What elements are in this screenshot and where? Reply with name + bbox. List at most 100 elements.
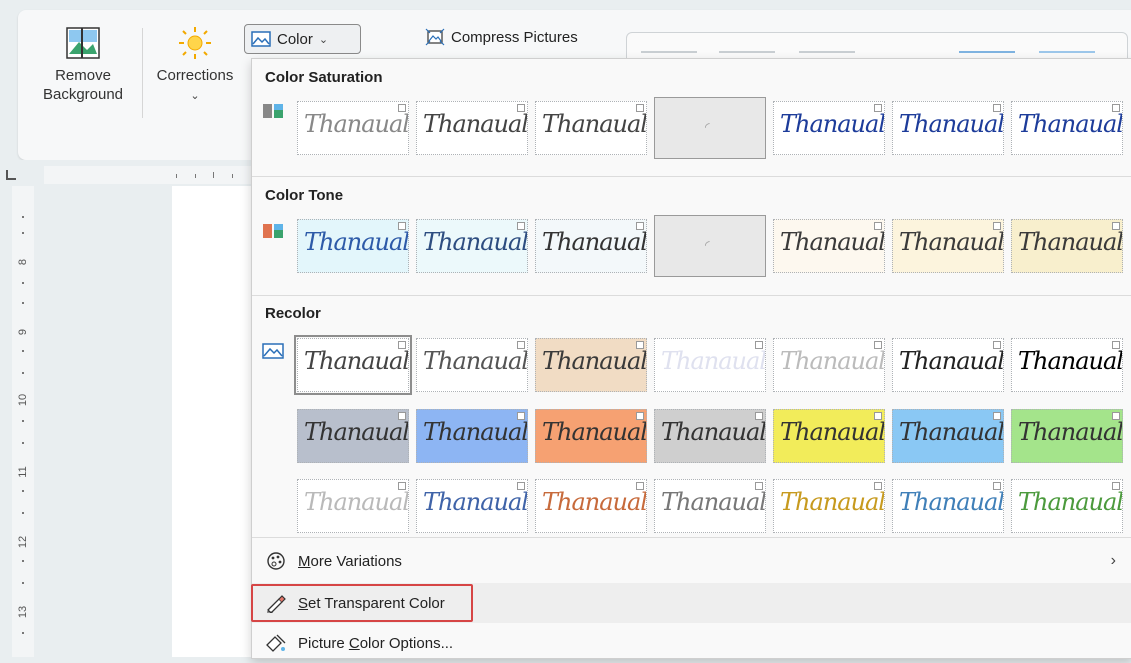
close-handle-icon bbox=[755, 482, 763, 490]
document-page[interactable] bbox=[172, 186, 262, 657]
remove-background-button[interactable]: Remove Background bbox=[38, 26, 128, 104]
color-preset-thumbnail[interactable]: Thanaual bbox=[294, 335, 412, 395]
set-transparent-color-label: Set Transparent Color bbox=[298, 595, 445, 612]
chevron-right-icon: › bbox=[1110, 552, 1116, 569]
compress-pictures-button[interactable]: Compress Pictures bbox=[425, 28, 578, 46]
signature-preview: Thanaual bbox=[780, 228, 885, 256]
signature-preview: Thanaual bbox=[661, 488, 766, 516]
close-handle-icon bbox=[1112, 482, 1120, 490]
signature-preview: Thanaual bbox=[1018, 488, 1123, 516]
picture-color-options-item[interactable]: Picture Color Options... bbox=[252, 623, 1131, 663]
color-preset-thumbnail[interactable]: Thanaual bbox=[1011, 338, 1123, 392]
color-preset-thumbnail[interactable]: Thanaual bbox=[535, 409, 647, 463]
color-preset-thumbnail[interactable]: Thanaual bbox=[416, 409, 528, 463]
ruler-tick bbox=[22, 232, 24, 234]
label-text: Picture bbox=[298, 634, 349, 652]
ruler-number: 11 bbox=[17, 466, 29, 478]
close-handle-icon bbox=[517, 222, 525, 230]
close-handle-icon bbox=[1112, 222, 1120, 230]
color-preset-thumbnail[interactable]: Thanaual bbox=[1011, 479, 1123, 533]
ruler-tick bbox=[213, 172, 214, 178]
loading-thumbnail[interactable]: ◜ bbox=[654, 97, 766, 159]
label-text: ore Variations bbox=[310, 552, 402, 570]
signature-preview: Thanaual bbox=[542, 347, 647, 375]
color-preset-thumbnail[interactable]: Thanaual bbox=[416, 338, 528, 392]
color-preset-thumbnail[interactable]: Thanaual bbox=[535, 219, 647, 273]
sun-icon bbox=[179, 27, 211, 59]
close-handle-icon bbox=[1112, 341, 1120, 349]
accelerator-key: S bbox=[298, 594, 309, 612]
tab-stop-icon[interactable] bbox=[6, 170, 16, 180]
color-preset-thumbnail[interactable]: Thanaual bbox=[297, 219, 409, 273]
chevron-down-icon: ⌄ bbox=[318, 33, 329, 46]
color-preset-thumbnail[interactable]: Thanaual bbox=[416, 219, 528, 273]
color-preset-thumbnail[interactable]: Thanaual bbox=[773, 409, 885, 463]
color-preset-thumbnail[interactable]: Thanaual bbox=[654, 479, 766, 533]
ruler-tick bbox=[22, 420, 24, 422]
accelerator-key: M bbox=[298, 552, 311, 570]
color-preset-thumbnail[interactable]: Thanaual bbox=[297, 101, 409, 155]
color-preset-thumbnail[interactable]: Thanaual bbox=[297, 479, 409, 533]
color-preset-thumbnail[interactable]: Thanaual bbox=[1011, 409, 1123, 463]
vertical-ruler: 8 9 10 11 12 13 bbox=[0, 186, 44, 657]
ruler-tick bbox=[22, 372, 24, 374]
loading-thumbnail[interactable]: ◜ bbox=[654, 215, 766, 277]
color-preset-thumbnail[interactable]: Thanaual bbox=[416, 479, 528, 533]
ruler-tick bbox=[176, 174, 177, 178]
color-preset-thumbnail[interactable]: Thanaual bbox=[892, 479, 1004, 533]
color-preset-thumbnail[interactable]: Thanaual bbox=[535, 479, 647, 533]
ruler-tick bbox=[22, 512, 24, 514]
color-preset-thumbnail[interactable]: Thanaual bbox=[892, 101, 1004, 155]
pen-eraser-icon bbox=[262, 593, 290, 613]
color-preset-thumbnail[interactable]: Thanaual bbox=[654, 338, 766, 392]
color-preset-thumbnail[interactable]: Thanaual bbox=[773, 219, 885, 273]
section-divider bbox=[252, 176, 1131, 177]
more-variations-label: More Variations bbox=[298, 553, 402, 570]
more-variations-item[interactable]: More Variations › bbox=[252, 541, 1131, 581]
color-button[interactable]: Color ⌄ bbox=[244, 24, 361, 54]
color-preset-thumbnail[interactable]: Thanaual bbox=[535, 101, 647, 155]
corrections-button[interactable]: Corrections ⌄ bbox=[150, 26, 240, 106]
ruler-tick bbox=[22, 490, 24, 492]
signature-preview: Thanaual bbox=[304, 418, 409, 446]
ruler-tick bbox=[232, 174, 233, 178]
signature-preview: Thanaual bbox=[661, 418, 766, 446]
color-preset-thumbnail[interactable]: Thanaual bbox=[892, 338, 1004, 392]
signature-preview: Thanaual bbox=[661, 347, 766, 375]
signature-preview: Thanaual bbox=[780, 110, 885, 138]
color-preset-thumbnail[interactable]: Thanaual bbox=[773, 101, 885, 155]
ruler-tick bbox=[22, 442, 24, 444]
color-preset-thumbnail[interactable]: Thanaual bbox=[892, 219, 1004, 273]
close-handle-icon bbox=[636, 104, 644, 112]
color-preset-thumbnail[interactable]: Thanaual bbox=[416, 101, 528, 155]
recolor-icon bbox=[262, 343, 284, 359]
set-transparent-color-item[interactable]: Set Transparent Color bbox=[252, 583, 1131, 623]
color-preset-thumbnail[interactable]: Thanaual bbox=[654, 409, 766, 463]
color-preset-thumbnail[interactable]: Thanaual bbox=[535, 338, 647, 392]
color-preset-thumbnail[interactable]: Thanaual bbox=[892, 409, 1004, 463]
signature-preview: Thanaual bbox=[780, 418, 885, 446]
signature-preview: Thanaual bbox=[780, 347, 885, 375]
close-handle-icon bbox=[636, 482, 644, 490]
signature-preview: Thanaual bbox=[899, 228, 1004, 256]
ribbon-divider bbox=[142, 28, 143, 118]
close-handle-icon bbox=[993, 412, 1001, 420]
color-preset-thumbnail[interactable]: Thanaual bbox=[1011, 219, 1123, 273]
signature-preview: Thanaual bbox=[899, 488, 1004, 516]
color-preset-thumbnail[interactable]: Thanaual bbox=[297, 409, 409, 463]
color-preset-thumbnail[interactable]: Thanaual bbox=[773, 338, 885, 392]
ruler-tick bbox=[22, 582, 24, 584]
recolor-heading: Recolor bbox=[265, 305, 321, 322]
ruler-tick bbox=[22, 282, 24, 284]
close-handle-icon bbox=[636, 341, 644, 349]
color-preset-thumbnail[interactable]: Thanaual bbox=[1011, 101, 1123, 155]
close-handle-icon bbox=[874, 341, 882, 349]
signature-preview: Thanaual bbox=[899, 110, 1004, 138]
ruler-strip bbox=[44, 166, 254, 184]
color-preset-thumbnail[interactable]: Thanaual bbox=[773, 479, 885, 533]
close-handle-icon bbox=[398, 341, 406, 349]
signature-preview: Thanaual bbox=[423, 228, 528, 256]
signature-preview: Thanaual bbox=[1018, 110, 1123, 138]
palette-icon bbox=[262, 551, 290, 571]
close-handle-icon bbox=[398, 482, 406, 490]
